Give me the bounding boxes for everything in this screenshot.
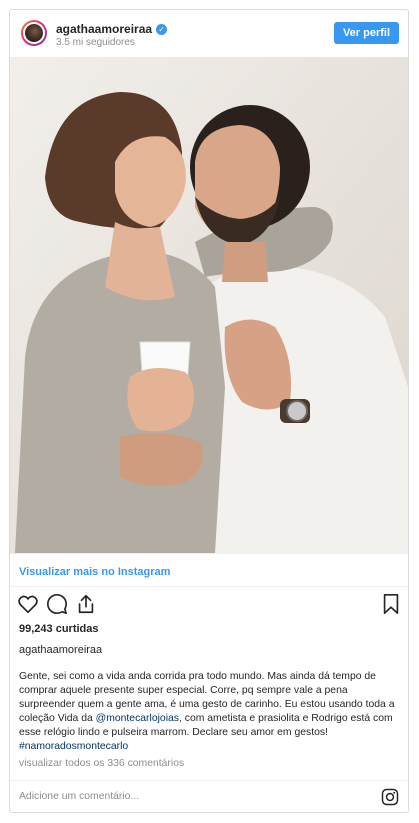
follower-count: 3.5 mi seguidores [56,37,135,48]
username-row: agathaamoreiraa ✓ [56,22,168,36]
post-header: agathaamoreiraa ✓ 3.5 mi seguidores Ver … [10,10,408,56]
hashtag-link[interactable]: #namoradosmontecarlo [19,741,128,752]
action-bar [10,593,408,619]
verified-badge-icon: ✓ [156,23,168,35]
comment-icon[interactable] [46,593,68,615]
username-link[interactable]: agathaamoreiraa [56,22,152,36]
view-profile-button[interactable]: Ver perfil [334,22,399,44]
view-more-on-instagram-link[interactable]: Visualizar mais no Instagram [19,566,170,578]
bookmark-icon[interactable] [380,593,402,615]
divider [10,586,408,587]
post-photo[interactable] [10,57,408,553]
avatar[interactable] [21,20,47,46]
divider [10,553,408,554]
like-count[interactable]: 99,243 curtidas [19,623,99,635]
instagram-icon[interactable] [381,788,399,806]
view-all-comments-link[interactable]: visualizar todos os 336 comentários [19,758,184,769]
instagram-embed-card: agathaamoreiraa ✓ 3.5 mi seguidores Ver … [9,9,409,813]
share-icon[interactable] [75,593,97,615]
comment-input[interactable]: Adicione um comentário... [19,791,139,802]
heart-icon[interactable] [17,593,39,615]
post-owner-username[interactable]: agathaamoreiraa [19,644,102,656]
mention-link[interactable]: @montecarlojoias [96,713,179,724]
couple-photo-illustration [10,57,408,553]
comment-bar: Adicione um comentário... [10,780,408,812]
post-caption: Gente, sei como a vida anda corrida pra … [19,670,401,754]
